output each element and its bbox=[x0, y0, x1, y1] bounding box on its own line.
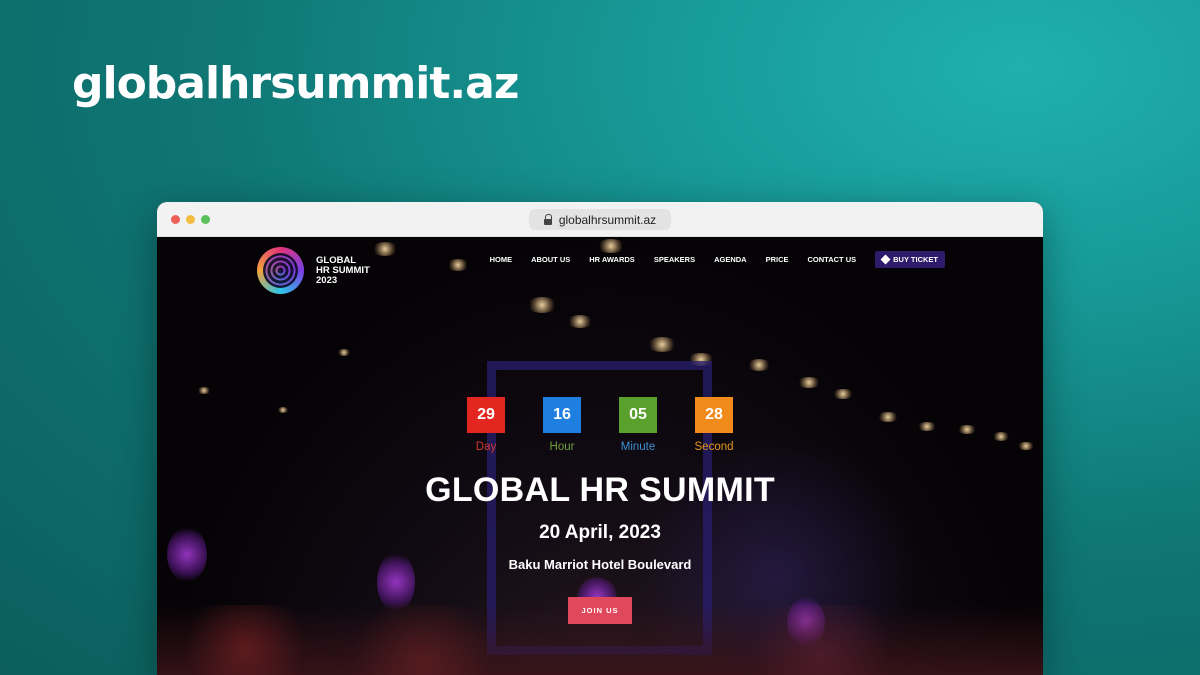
countdown-value: 28 bbox=[695, 397, 733, 433]
address-bar[interactable]: globalhrsummit.az bbox=[529, 209, 671, 230]
maximize-window-button[interactable] bbox=[201, 215, 210, 224]
stage-light bbox=[372, 242, 398, 256]
countdown-label: Hour bbox=[549, 441, 575, 453]
countdown-value: 05 bbox=[619, 397, 657, 433]
stage-light bbox=[747, 359, 771, 371]
countdown-label: Day bbox=[475, 441, 497, 453]
countdown-label: Minute bbox=[620, 441, 656, 453]
close-window-button[interactable] bbox=[171, 215, 180, 224]
nav-item-home[interactable]: HOME bbox=[490, 255, 513, 264]
stage-light bbox=[447, 259, 469, 271]
logo-text: GLOBAL HR SUMMIT 2023 bbox=[316, 254, 370, 286]
logo-line: HR SUMMIT bbox=[316, 264, 370, 276]
buy-ticket-label: BUY TICKET bbox=[893, 255, 938, 264]
stage-light bbox=[337, 349, 351, 356]
nav-item-contact-us[interactable]: CONTACT US bbox=[808, 255, 857, 264]
countdown-day: 29 Day bbox=[467, 397, 505, 453]
site-logo[interactable]: GLOBAL HR SUMMIT 2023 bbox=[257, 247, 370, 294]
countdown-hour: 16 Hour bbox=[543, 397, 581, 453]
buy-ticket-button[interactable]: BUY TICKET bbox=[875, 251, 945, 268]
event-venue: Baku Marriot Hotel Boulevard bbox=[508, 557, 692, 572]
browser-chrome: globalhrsummit.az bbox=[157, 202, 1043, 237]
stage-light bbox=[527, 297, 557, 313]
nav-item-hr-awards[interactable]: HR AWARDS bbox=[589, 255, 635, 264]
minimize-window-button[interactable] bbox=[186, 215, 195, 224]
logo-line: 2023 bbox=[316, 274, 338, 286]
lock-icon bbox=[543, 214, 553, 225]
countdown-label: Second bbox=[694, 441, 734, 453]
nav-item-agenda[interactable]: AGENDA bbox=[714, 255, 747, 264]
stage-light bbox=[567, 315, 593, 328]
countdown-value: 29 bbox=[467, 397, 505, 433]
page-title: globalhrsummit.az bbox=[72, 58, 519, 109]
event-date: 20 April, 2023 bbox=[539, 522, 661, 543]
countdown-timer: 29 Day 16 Hour 05 Minute 28 Second bbox=[157, 397, 1043, 453]
stage-light bbox=[197, 387, 211, 394]
address-bar-url: globalhrsummit.az bbox=[558, 212, 657, 227]
nav-item-speakers[interactable]: SPEAKERS bbox=[654, 255, 695, 264]
stage-light bbox=[797, 377, 821, 388]
nav-item-price[interactable]: PRICE bbox=[766, 255, 789, 264]
summit-logo-icon bbox=[257, 247, 304, 294]
countdown-value: 16 bbox=[543, 397, 581, 433]
logo-line: GLOBAL bbox=[316, 254, 357, 266]
hero-headline: GLOBAL HR SUMMIT bbox=[425, 471, 775, 509]
nav-item-about-us[interactable]: ABOUT US bbox=[531, 255, 570, 264]
hero-section: GLOBAL HR SUMMIT 2023 HOME ABOUT US HR A… bbox=[157, 237, 1043, 675]
browser-window: globalhrsummit.az GLOBAL HR SUMMIT 2023 … bbox=[157, 202, 1043, 675]
join-us-button[interactable]: JOIN US bbox=[568, 597, 632, 624]
countdown-second: 28 Second bbox=[694, 397, 734, 453]
ticket-icon bbox=[880, 254, 891, 265]
main-nav: HOME ABOUT US HR AWARDS SPEAKERS AGENDA … bbox=[490, 251, 945, 268]
stage-light bbox=[647, 337, 677, 352]
countdown-minute: 05 Minute bbox=[619, 397, 657, 453]
